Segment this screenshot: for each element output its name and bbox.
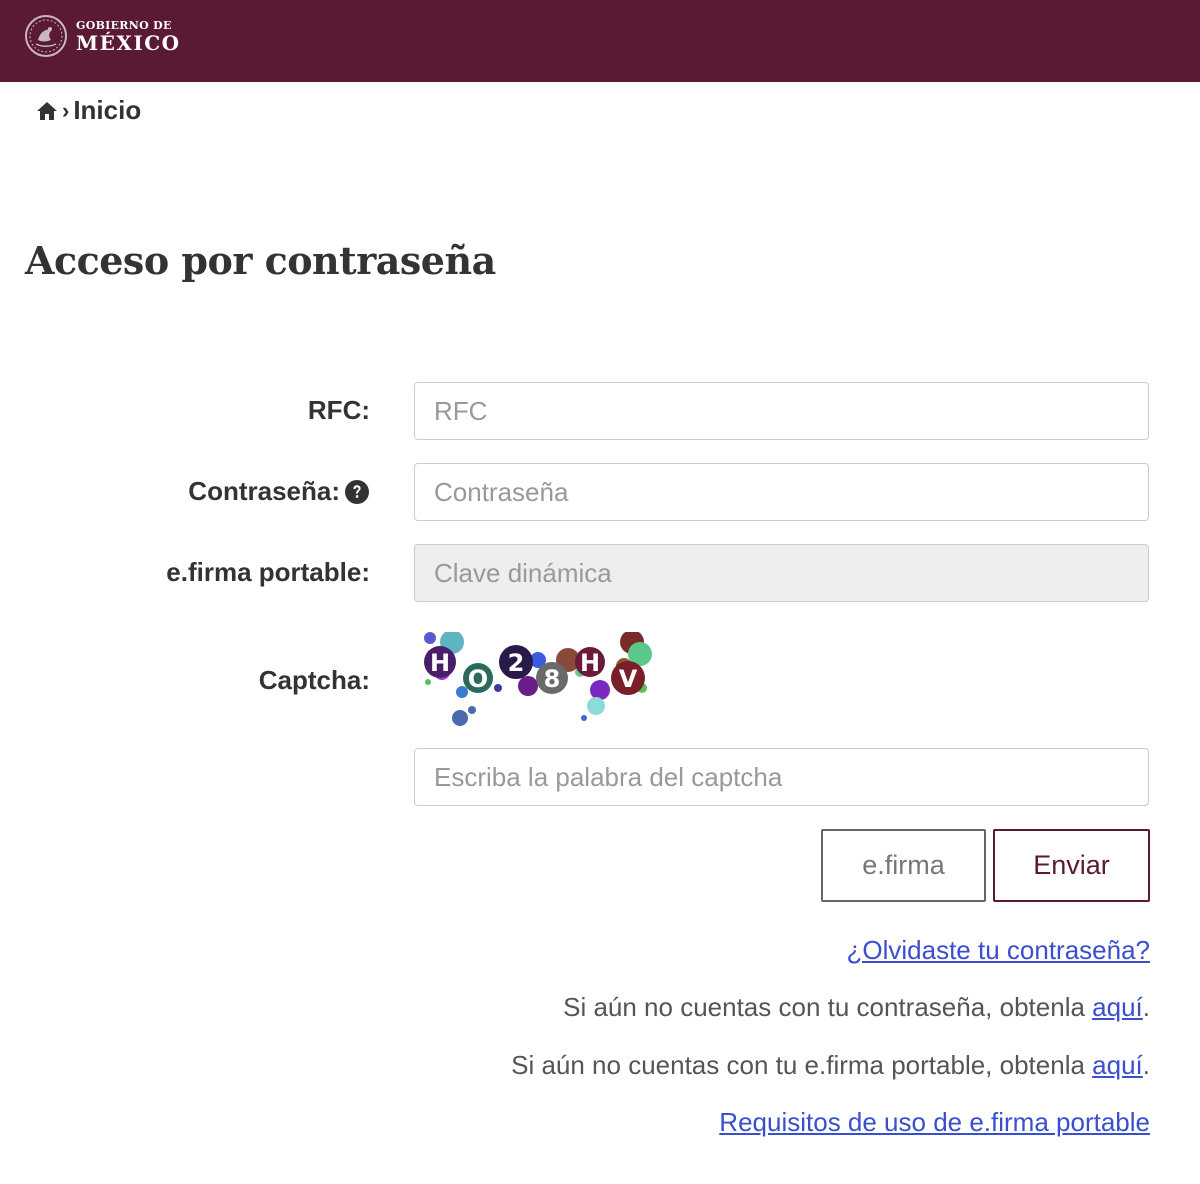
no-efirma-text: Si aún no cuentas con tu e.firma portabl… — [511, 1050, 1093, 1080]
gobierno-mexico-logo[interactable]: GOBIERNO DE MÉXICO — [24, 14, 181, 58]
home-icon[interactable] — [36, 101, 58, 121]
rfc-label-text: RFC: — [307, 395, 370, 425]
breadcrumb-separator: › — [62, 97, 70, 123]
captcha-input[interactable] — [414, 748, 1149, 806]
captcha-char-2: O — [468, 665, 488, 693]
no-password-period: . — [1142, 992, 1150, 1022]
question-circle-icon[interactable] — [344, 479, 370, 505]
password-input[interactable] — [414, 463, 1149, 521]
captcha-char-1: H — [430, 649, 450, 677]
captcha-char-5: H — [580, 649, 600, 677]
captcha-label: Captcha: — [259, 665, 370, 696]
breadcrumb: › Inicio — [36, 95, 141, 126]
page-title: Acceso por contraseña — [25, 238, 496, 283]
captcha-image: H O 2 8 H V — [424, 632, 652, 726]
no-efirma-row: Si aún no cuentas con tu e.firma portabl… — [511, 1050, 1150, 1081]
obtain-efirma-link[interactable]: aquí — [1092, 1050, 1143, 1080]
requisitos-row: Requisitos de uso de e.firma portable — [719, 1107, 1150, 1138]
national-seal-icon — [25, 15, 67, 57]
efirma-portable-label: e.firma portable: — [166, 557, 370, 588]
captcha-label-text: Captcha: — [258, 665, 370, 695]
captcha-char-4: 8 — [544, 665, 561, 693]
no-password-row: Si aún no cuentas con tu contraseña, obt… — [563, 992, 1150, 1023]
forgot-password-link[interactable]: ¿Olvidaste tu contraseña? — [847, 935, 1151, 965]
captcha-char-6: V — [619, 665, 638, 693]
rfc-input[interactable] — [414, 382, 1149, 440]
obtain-password-link[interactable]: aquí — [1092, 992, 1143, 1022]
no-password-text: Si aún no cuentas con tu contraseña, obt… — [563, 992, 1093, 1022]
logo-line-mexico: MÉXICO — [76, 30, 181, 55]
no-efirma-period: . — [1142, 1050, 1150, 1080]
rfc-label: RFC: — [308, 395, 370, 426]
clave-dinamica-input[interactable] — [414, 544, 1149, 602]
password-label-text: Contraseña: — [188, 476, 340, 506]
enviar-button[interactable]: Enviar — [993, 829, 1150, 902]
logo-wordmark: GOBIERNO DE MÉXICO — [76, 19, 181, 54]
breadcrumb-inicio-link[interactable]: Inicio — [73, 95, 141, 126]
government-header-bar: GOBIERNO DE MÉXICO — [0, 0, 1200, 82]
efirma-button[interactable]: e.firma — [821, 829, 986, 902]
logo-line-gobierno: GOBIERNO DE — [76, 18, 172, 32]
forgot-password-row: ¿Olvidaste tu contraseña? — [847, 935, 1151, 966]
efirma-portable-label-text: e.firma portable: — [166, 557, 370, 587]
requisitos-efirma-link[interactable]: Requisitos de uso de e.firma portable — [719, 1107, 1150, 1137]
password-label: Contraseña: — [188, 476, 370, 507]
captcha-char-3: 2 — [508, 649, 525, 677]
